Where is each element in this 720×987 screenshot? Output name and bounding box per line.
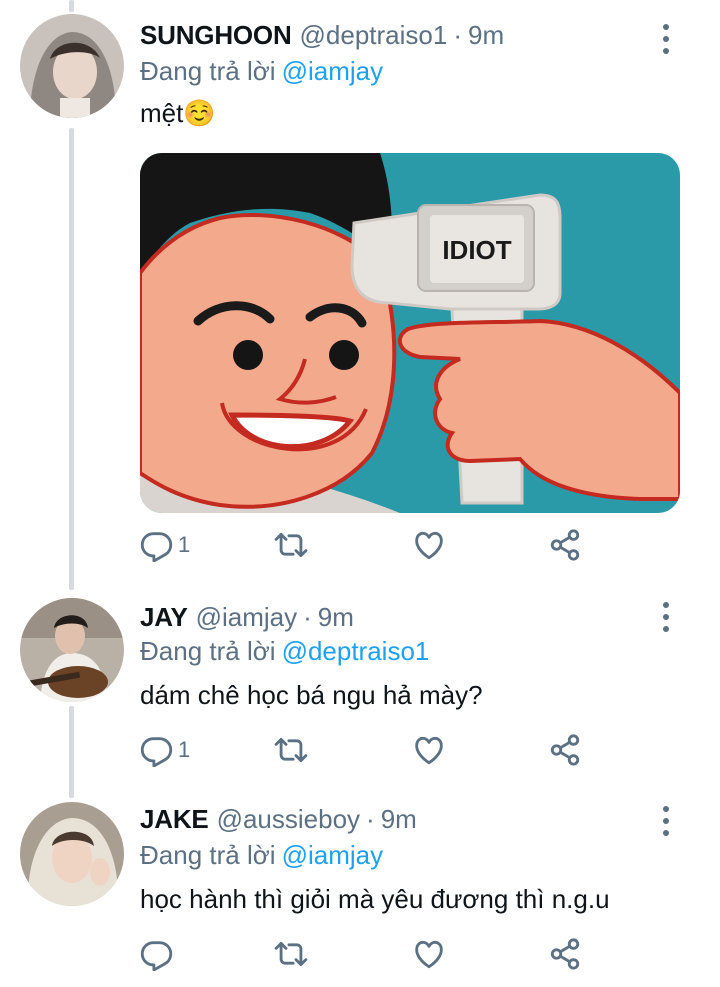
separator-dot: · bbox=[366, 804, 375, 834]
reply-icon bbox=[140, 737, 173, 767]
avatar[interactable] bbox=[20, 802, 124, 906]
tweet-actions: 1 bbox=[140, 730, 600, 770]
retweet-button[interactable] bbox=[274, 525, 312, 565]
reply-icon bbox=[140, 941, 173, 971]
share-button[interactable] bbox=[548, 730, 582, 770]
avatar-image bbox=[20, 802, 124, 906]
heart-icon bbox=[415, 531, 443, 560]
media-display-text: IDIOT bbox=[442, 235, 511, 265]
mention-link[interactable]: @deptraiso1 bbox=[282, 636, 430, 666]
share-button[interactable] bbox=[548, 934, 582, 974]
reply-count: 1 bbox=[178, 532, 191, 557]
display-name[interactable]: SUNGHOON bbox=[140, 20, 292, 51]
like-button[interactable] bbox=[412, 730, 450, 770]
retweet-button[interactable] bbox=[274, 730, 312, 770]
share-icon bbox=[550, 734, 580, 766]
avatar[interactable] bbox=[20, 14, 124, 118]
tweet-text: học hành thì giỏi mà yêu đương thì n.g.u bbox=[140, 884, 610, 914]
avatar-image bbox=[20, 14, 124, 118]
more-vertical-icon[interactable] bbox=[658, 806, 674, 836]
tweet-actions: 1 bbox=[140, 525, 600, 565]
separator-dot: · bbox=[453, 20, 463, 50]
reply-button[interactable] bbox=[140, 934, 178, 974]
user-handle[interactable]: @aussieboy bbox=[217, 804, 360, 835]
replying-label: Đang trả lời bbox=[140, 636, 276, 666]
timestamp[interactable]: 9m bbox=[381, 804, 417, 835]
tweet-sunghoon[interactable]: SUNGHOON @deptraiso1 · 9m Đang trả lời @i… bbox=[0, 0, 720, 580]
tweet-jake[interactable]: JAKE @aussieboy · 9m Đang trả lời @iamjay… bbox=[0, 784, 720, 987]
like-button[interactable] bbox=[412, 934, 450, 974]
more-vertical-icon[interactable] bbox=[658, 602, 674, 632]
reply-icon bbox=[140, 532, 173, 562]
tweet-text: mệt☺️ bbox=[140, 98, 216, 128]
retweet-icon bbox=[274, 532, 308, 558]
replying-to: Đang trả lời @iamjay bbox=[140, 840, 383, 871]
tweet-text: dám chê học bá ngu hả mày? bbox=[140, 680, 483, 710]
replying-label: Đang trả lời bbox=[140, 56, 276, 86]
avatar-image bbox=[20, 598, 124, 702]
timestamp[interactable]: 9m bbox=[468, 20, 504, 51]
like-button[interactable] bbox=[412, 525, 450, 565]
mention-link[interactable]: @iamjay bbox=[282, 56, 384, 86]
more-vertical-icon[interactable] bbox=[658, 24, 674, 54]
avatar[interactable] bbox=[20, 598, 124, 702]
heart-icon bbox=[415, 736, 443, 765]
share-button[interactable] bbox=[548, 525, 582, 565]
replying-label: Đang trả lời bbox=[140, 840, 276, 870]
user-handle[interactable]: @deptraiso1 bbox=[300, 20, 448, 51]
timestamp[interactable]: 9m bbox=[318, 602, 354, 633]
tweet-actions bbox=[140, 934, 600, 974]
replying-to: Đang trả lời @deptraiso1 bbox=[140, 636, 429, 667]
reply-button[interactable]: 1 bbox=[140, 730, 190, 770]
replying-to: Đang trả lời @iamjay bbox=[140, 56, 383, 87]
retweet-icon bbox=[274, 941, 308, 967]
share-icon bbox=[550, 529, 580, 561]
reply-count: 1 bbox=[178, 737, 191, 762]
tweet-jay[interactable]: JAY @iamjay · 9m Đang trả lời @deptraiso1… bbox=[0, 580, 720, 784]
separator-dot: · bbox=[303, 602, 312, 632]
heart-icon bbox=[415, 940, 443, 969]
user-handle[interactable]: @iamjay bbox=[196, 602, 298, 633]
display-name[interactable]: JAKE bbox=[140, 804, 209, 835]
tweet-media-image[interactable]: IDIOT bbox=[140, 153, 680, 513]
mention-link[interactable]: @iamjay bbox=[282, 840, 384, 870]
reply-button[interactable]: 1 bbox=[140, 525, 190, 565]
retweet-icon bbox=[274, 737, 308, 763]
display-name[interactable]: JAY bbox=[140, 602, 188, 633]
share-icon bbox=[550, 938, 580, 970]
retweet-button[interactable] bbox=[274, 934, 312, 974]
